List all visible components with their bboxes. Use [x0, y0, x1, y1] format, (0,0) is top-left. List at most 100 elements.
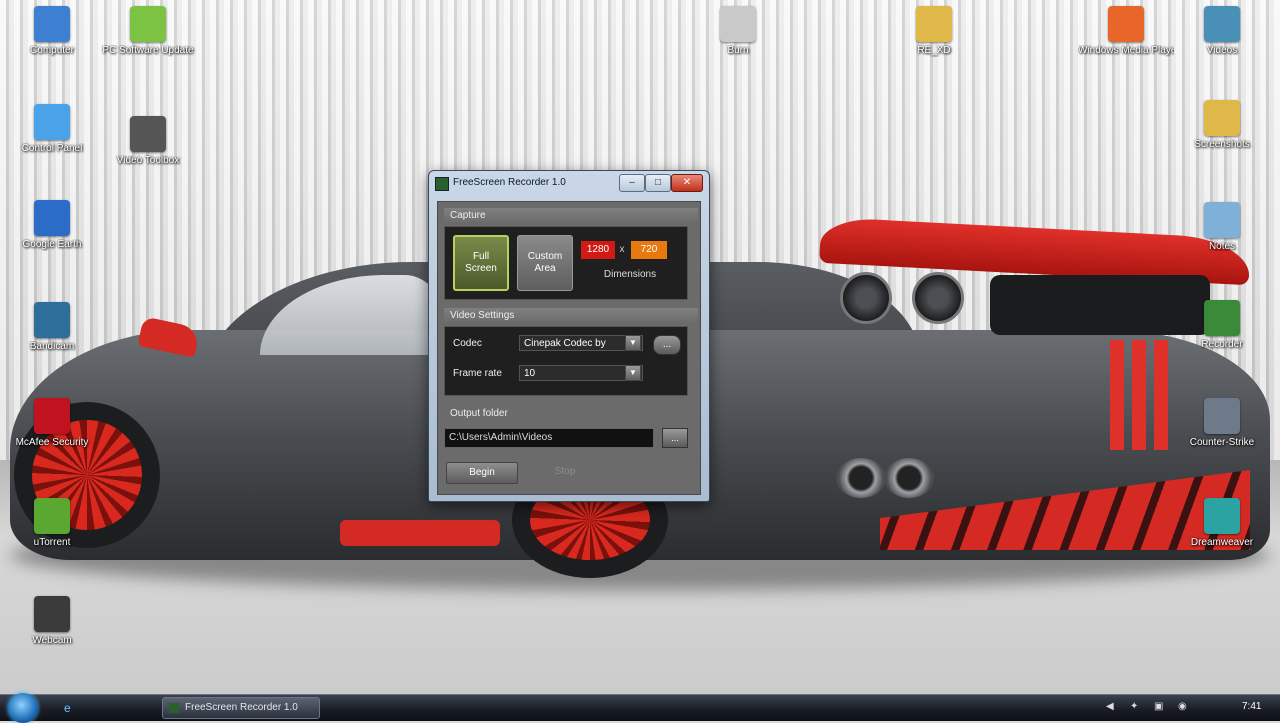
codec-label: Codec [453, 338, 482, 349]
minimize-button[interactable]: – [619, 174, 645, 192]
desktop-icon-label: Notes [1208, 241, 1236, 252]
desktop-icon-counter-strike[interactable]: Counter-Strike [1174, 398, 1270, 449]
height-field[interactable]: 720 [631, 241, 667, 259]
full-screen-button[interactable]: Full Screen [453, 235, 509, 291]
tray-app-icon[interactable]: ✦ [1130, 701, 1138, 712]
recorder-icon [1204, 300, 1240, 336]
dimensions-label: Dimensions [603, 269, 657, 280]
car-side-sill [340, 520, 500, 546]
custom-area-button[interactable]: Custom Area [517, 235, 573, 291]
desktop-icon-label: Video Toolbox [116, 155, 180, 166]
width-field[interactable]: 1280 [581, 241, 615, 259]
desktop-icon-label: Recorder [1201, 339, 1243, 350]
google-earth-icon [34, 200, 70, 236]
desktop-icon-webcam[interactable]: Webcam [4, 596, 100, 647]
taskbar: e FreeScreen Recorder 1.0 ◀ ✦ ▣ ◉ 7:41 [0, 693, 1280, 723]
window-content: Capture Full Screen Custom Area 1280 x 7… [437, 201, 701, 495]
stop-button[interactable]: Stop [530, 462, 600, 482]
videos-icon [1204, 6, 1240, 42]
desktop-icon-label: Screenshots [1194, 139, 1250, 150]
desktop-icon-pc-software-update[interactable]: PC Software Update [100, 6, 196, 57]
frame-rate-label: Frame rate [453, 368, 502, 379]
car-stripe [1132, 340, 1146, 450]
folder-1-icon [916, 6, 952, 42]
desktop-icon-notes[interactable]: Notes [1174, 202, 1270, 253]
start-button[interactable] [8, 693, 38, 723]
desktop-icon-label: Videos [1206, 45, 1238, 56]
recorder-window[interactable]: FreeScreen Recorder 1.0 – □ ✕ Capture Fu… [428, 170, 710, 502]
car-taillight [912, 272, 964, 324]
close-button[interactable]: ✕ [671, 174, 703, 192]
desktop-icon-label: Burn [727, 45, 749, 56]
window-titlebar[interactable]: FreeScreen Recorder 1.0 – □ ✕ [429, 171, 709, 195]
video-settings-header: Video Settings [444, 308, 698, 324]
utorrent-icon [34, 498, 70, 534]
desktop-icon-mcafee[interactable]: McAfee Security [4, 398, 100, 449]
mcafee-icon [34, 398, 70, 434]
desktop-icon-label: Control Panel [21, 143, 83, 154]
capture-group: Full Screen Custom Area 1280 x 720 Dimen… [444, 226, 688, 300]
desktop-icon-folder-2[interactable]: Screenshots [1174, 100, 1270, 151]
car-stripe [1154, 340, 1168, 450]
desktop-icon-videos[interactable]: Videos [1174, 6, 1270, 57]
taskbar-item-recorder[interactable]: FreeScreen Recorder 1.0 [162, 697, 320, 719]
internet-explorer-icon[interactable]: e [64, 701, 80, 715]
desktop-icon-control-panel[interactable]: Control Panel [4, 104, 100, 155]
pc-software-update-icon [130, 6, 166, 42]
capture-group-header: Capture [444, 208, 698, 224]
folder-2-icon [1204, 100, 1240, 136]
desktop-icon-video-app[interactable]: Video Toolbox [100, 116, 196, 167]
car-exhaust [836, 458, 886, 498]
dreamweaver-icon [1204, 498, 1240, 534]
dimension-separator: x [619, 244, 625, 255]
network-icon[interactable]: ▣ [1154, 701, 1163, 712]
desktop-icon-dreamweaver[interactable]: Dreamweaver [1174, 498, 1270, 549]
webcam-icon [34, 596, 70, 632]
desktop-icon-google-earth[interactable]: Google Earth [4, 200, 100, 251]
desktop-icon-label: Google Earth [22, 239, 82, 250]
bandicam-icon [34, 302, 70, 338]
control-panel-icon [34, 104, 70, 140]
desktop-icon-utorrent[interactable]: uTorrent [4, 498, 100, 549]
video-settings-group: Codec Cinepak Codec by ▼ ... Frame rate … [444, 326, 688, 396]
desktop-icon-recorder[interactable]: Recorder [1174, 300, 1270, 351]
desktop-icon-label: Dreamweaver [1190, 537, 1254, 548]
volume-icon[interactable]: ◉ [1178, 701, 1187, 712]
notes-icon [1204, 202, 1240, 238]
output-folder-label: Output folder [450, 408, 508, 419]
desktop-icon-label: Computer [30, 45, 74, 56]
desktop-icon-label: uTorrent [33, 537, 71, 548]
burn-icon [720, 6, 756, 42]
desktop-icon-label: Bandicam [29, 341, 75, 352]
desktop-icon-label: Counter-Strike [1189, 437, 1255, 448]
tray-expand-icon[interactable]: ◀ [1106, 701, 1114, 712]
app-icon [169, 703, 179, 713]
computer-icon [34, 6, 70, 42]
car-exhaust [884, 458, 934, 498]
car-taillight [840, 272, 892, 324]
desktop-icon-computer[interactable]: Computer [4, 6, 100, 57]
codec-settings-button[interactable]: ... [653, 335, 681, 355]
desktop-icon-label: Webcam [32, 635, 72, 646]
begin-button[interactable]: Begin [446, 462, 518, 484]
video-app-icon [130, 116, 166, 152]
window-title: FreeScreen Recorder 1.0 [453, 177, 566, 188]
counter-strike-icon [1204, 398, 1240, 434]
chevron-down-icon[interactable]: ▼ [625, 365, 641, 381]
desktop-icon-label: PC Software Update [102, 45, 194, 56]
chevron-down-icon[interactable]: ▼ [625, 335, 641, 351]
desktop-icon-bandicam[interactable]: Bandicam [4, 302, 100, 353]
output-path-input[interactable]: C:\Users\Admin\Videos [444, 428, 654, 448]
clock[interactable]: 7:41 [1242, 701, 1261, 712]
media-player-icon [1108, 6, 1144, 42]
desktop-icon-folder-1[interactable]: RE_XD [886, 6, 982, 57]
taskbar-item-label: FreeScreen Recorder 1.0 [185, 702, 298, 713]
system-tray: ◀ ✦ ▣ ◉ 7:41 [1106, 699, 1276, 717]
desktop-icon-label: Windows Media Player [1078, 45, 1174, 56]
maximize-button[interactable]: □ [645, 174, 671, 192]
desktop-icon-burn[interactable]: Burn [690, 6, 786, 57]
desktop-icon-label: RE_XD [917, 45, 951, 56]
car-stripe [1110, 340, 1124, 450]
desktop-icon-media-player[interactable]: Windows Media Player [1078, 6, 1174, 57]
browse-button[interactable]: ... [662, 428, 688, 448]
